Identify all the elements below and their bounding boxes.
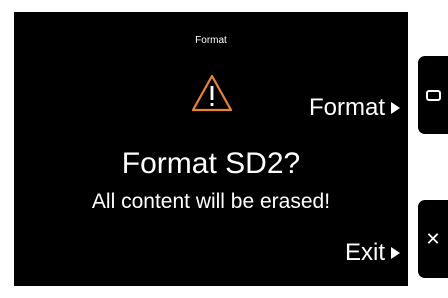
warning-icon [191, 74, 233, 112]
right-triangle-icon [391, 247, 400, 259]
close-icon: ✕ [425, 228, 441, 250]
format-dialog-screen: Format Format Format SD2? All content wi… [14, 12, 408, 286]
format-label-text: Format [308, 94, 385, 121]
exit-hardware-button[interactable]: ✕ [418, 200, 448, 278]
format-hardware-button[interactable] [418, 56, 448, 134]
screen-title: Format [195, 35, 227, 46]
rounded-rect-icon [425, 89, 441, 101]
dialog-headline: Format SD2? [121, 147, 301, 180]
right-triangle-icon [391, 102, 400, 114]
exit-softkey-label[interactable]: Exit [345, 239, 400, 267]
format-softkey-label[interactable]: Format [309, 94, 400, 122]
dialog-message: All content will be erased! [91, 190, 331, 213]
exit-label-text: Exit [344, 239, 385, 266]
